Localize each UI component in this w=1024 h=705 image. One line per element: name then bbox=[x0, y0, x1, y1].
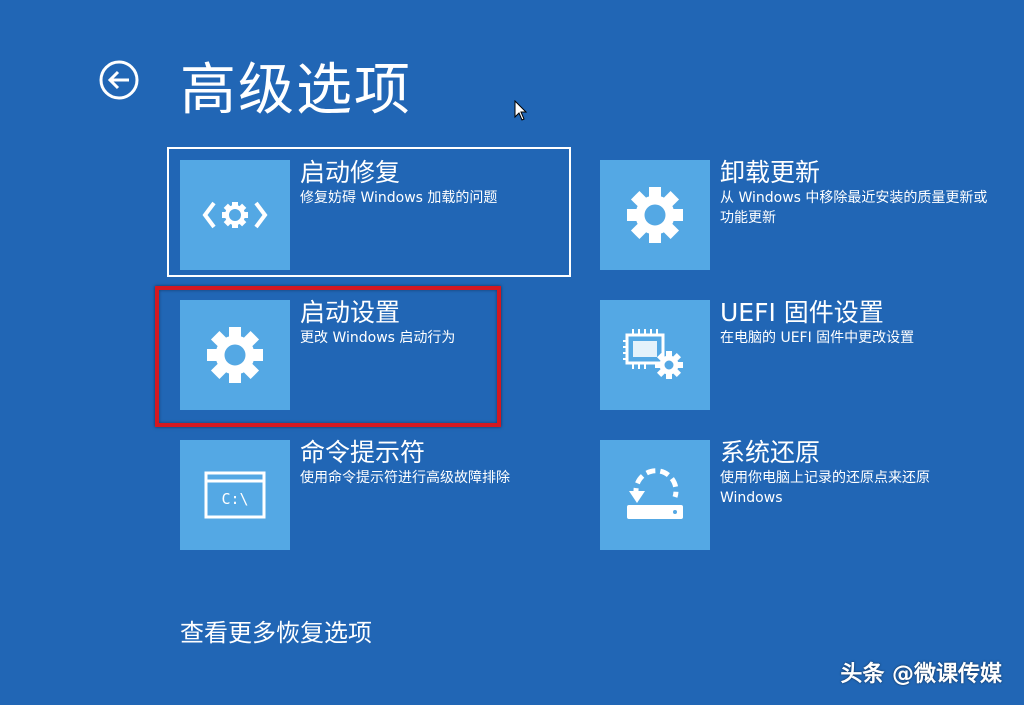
option-startup-settings[interactable]: 启动设置 更改 Windows 启动行为 bbox=[169, 289, 569, 415]
option-description: 从 Windows 中移除最近安装的质量更新或功能更新 bbox=[720, 190, 988, 226]
option-command-prompt[interactable]: C:\ 命令提示符 使用命令提示符进行高级故障排除 bbox=[169, 429, 569, 555]
option-tile bbox=[180, 160, 290, 270]
option-tile bbox=[600, 160, 710, 270]
option-system-restore[interactable]: 系统还原 使用你电脑上记录的还原点来还原 Windows bbox=[589, 429, 989, 555]
back-button[interactable] bbox=[99, 60, 139, 100]
terminal-icon: C:\ bbox=[204, 471, 266, 519]
option-title: 系统还原 bbox=[720, 438, 821, 467]
option-title: UEFI 固件设置 bbox=[720, 298, 884, 327]
option-uefi-settings[interactable]: UEFI 固件设置 在电脑的 UEFI 固件中更改设置 bbox=[589, 289, 989, 415]
option-description: 使用你电脑上记录的还原点来还原 Windows bbox=[720, 470, 930, 506]
page-title: 高级选项 bbox=[180, 58, 412, 123]
option-tile bbox=[600, 300, 710, 410]
chip-gear-icon bbox=[623, 329, 683, 379]
option-title: 命令提示符 bbox=[300, 438, 426, 467]
gear-icon bbox=[207, 327, 263, 383]
terminal-icon-text: C:\ bbox=[221, 490, 248, 508]
option-description: 在电脑的 UEFI 固件中更改设置 bbox=[720, 330, 915, 346]
restore-icon bbox=[627, 468, 683, 519]
option-title: 卸载更新 bbox=[720, 158, 821, 187]
back-arrow-icon bbox=[99, 60, 139, 100]
code-gear-icon bbox=[202, 201, 268, 229]
option-description: 修复妨碍 Windows 加载的问题 bbox=[300, 190, 498, 206]
option-description: 使用命令提示符进行高级故障排除 bbox=[300, 470, 510, 486]
watermark: 头条 @微课传媒 bbox=[840, 662, 1002, 687]
option-title: 启动修复 bbox=[300, 158, 401, 187]
option-uninstall-updates[interactable]: 卸载更新 从 Windows 中移除最近安装的质量更新或功能更新 bbox=[589, 149, 989, 275]
gear-icon bbox=[627, 187, 683, 243]
more-recovery-options-link[interactable]: 查看更多恢复选项 bbox=[180, 613, 372, 648]
option-tile: C:\ bbox=[180, 440, 290, 550]
option-tile bbox=[180, 300, 290, 410]
mouse-cursor-icon bbox=[514, 100, 528, 121]
option-tile bbox=[600, 440, 710, 550]
option-description: 更改 Windows 启动行为 bbox=[300, 330, 456, 346]
option-title: 启动设置 bbox=[300, 298, 401, 327]
option-startup-repair[interactable]: 启动修复 修复妨碍 Windows 加载的问题 bbox=[167, 147, 571, 277]
